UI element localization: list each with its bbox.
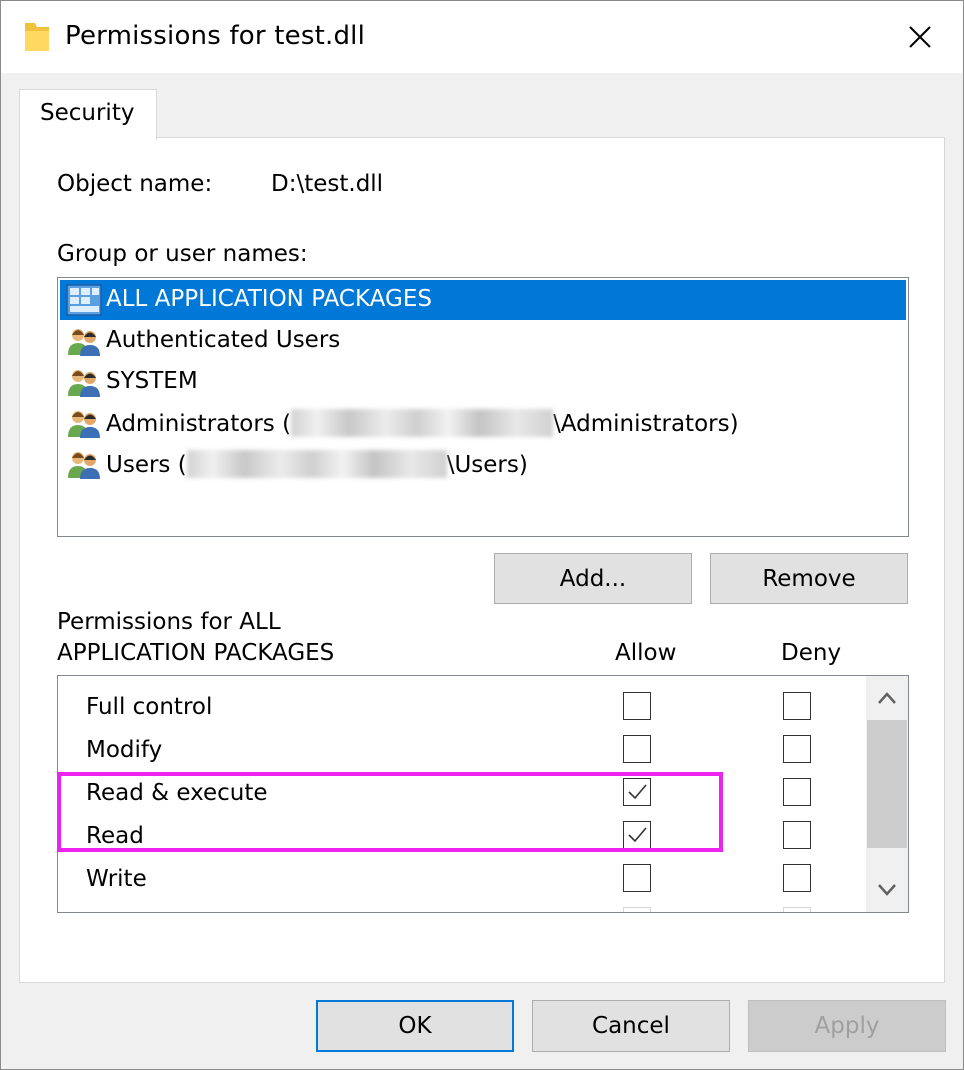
- ok-button[interactable]: OK: [316, 1000, 514, 1052]
- redacted-text: [186, 450, 447, 478]
- apply-button[interactable]: Apply: [748, 1000, 946, 1052]
- permission-row-modify: Modify: [58, 731, 866, 774]
- deny-checkbox[interactable]: [783, 821, 811, 849]
- permission-row-full-control: Full control: [58, 688, 866, 731]
- list-item-all-application-packages[interactable]: ALL APPLICATION PACKAGES: [60, 280, 906, 320]
- list-item-administrators[interactable]: Administrators ( \Administrators): [60, 403, 906, 443]
- allow-checkbox[interactable]: [623, 907, 651, 912]
- permission-name: Read & execute: [86, 780, 268, 806]
- redacted-text: [291, 409, 554, 437]
- name-suffix: \Administrators): [553, 411, 739, 437]
- check-icon: [628, 784, 647, 800]
- permissions-label-line2: APPLICATION PACKAGES: [57, 640, 335, 666]
- deny-checkbox[interactable]: [783, 778, 811, 806]
- group-names-label: Group or user names:: [57, 241, 308, 267]
- allow-checkbox[interactable]: [623, 821, 651, 849]
- allow-checkbox[interactable]: [623, 778, 651, 806]
- object-name-value: D:\test.dll: [271, 171, 384, 197]
- list-item-label: Authenticated Users: [106, 327, 341, 353]
- object-name-label: Object name:: [57, 171, 213, 197]
- list-item-label: SYSTEM: [106, 368, 198, 394]
- name-prefix: Users (: [106, 452, 187, 478]
- permissions-scrollbar[interactable]: [866, 676, 908, 912]
- window-title: Permissions for test.dll: [65, 21, 366, 51]
- deny-checkbox[interactable]: [783, 735, 811, 763]
- allow-checkbox[interactable]: [623, 735, 651, 763]
- scroll-thumb[interactable]: [867, 720, 907, 848]
- permissions-list: Full control Modify Read & execute Read …: [57, 675, 909, 913]
- scroll-down-button[interactable]: [866, 868, 908, 912]
- app-packages-icon: [66, 284, 102, 316]
- name-suffix: \Users): [446, 452, 528, 478]
- permission-name: Full control: [86, 694, 213, 720]
- permission-name: Modify: [86, 737, 163, 763]
- add-button[interactable]: Add...: [494, 553, 692, 604]
- allow-checkbox[interactable]: [623, 692, 651, 720]
- list-item-label: Administrators ( \Administrators): [106, 409, 739, 437]
- close-button[interactable]: [891, 15, 949, 59]
- permission-row-read-execute: Read & execute: [58, 774, 866, 817]
- permissions-label-line1: Permissions for ALL: [57, 609, 281, 635]
- scroll-up-button[interactable]: [866, 676, 908, 720]
- permissions-dialog: Permissions for test.dll Security Object…: [0, 0, 964, 1070]
- title-bar[interactable]: Permissions for test.dll: [1, 1, 963, 73]
- list-item-label: Users ( \Users): [106, 450, 528, 478]
- permission-name: Read: [86, 823, 144, 849]
- folder-icon: [25, 23, 49, 51]
- cancel-button[interactable]: Cancel: [532, 1000, 730, 1052]
- list-item-users[interactable]: Users ( \Users): [60, 444, 906, 484]
- tab-security-label: Security: [40, 100, 135, 126]
- users-group-icon: [68, 329, 100, 356]
- close-icon: [909, 26, 931, 48]
- users-group-icon: [68, 370, 100, 397]
- allow-column-header: Allow: [615, 640, 677, 666]
- allow-checkbox[interactable]: [623, 864, 651, 892]
- permission-row-partial: [58, 903, 866, 912]
- deny-checkbox[interactable]: [783, 864, 811, 892]
- deny-column-header: Deny: [781, 640, 842, 666]
- list-item-label: ALL APPLICATION PACKAGES: [106, 286, 432, 312]
- chevron-up-icon: [878, 692, 896, 704]
- users-group-icon: [68, 411, 100, 438]
- permission-name: Write: [86, 866, 147, 892]
- permission-row-read: Read: [58, 817, 866, 860]
- users-group-icon: [68, 452, 100, 479]
- chevron-down-icon: [878, 884, 896, 896]
- deny-checkbox[interactable]: [783, 907, 811, 912]
- tab-security[interactable]: Security: [19, 89, 157, 140]
- deny-checkbox[interactable]: [783, 692, 811, 720]
- permission-row-write: Write: [58, 860, 866, 903]
- name-prefix: Administrators (: [106, 411, 292, 437]
- group-user-list[interactable]: ALL APPLICATION PACKAGES Authenticated U…: [57, 277, 909, 537]
- check-icon: [628, 827, 647, 843]
- list-item-system[interactable]: SYSTEM: [60, 362, 906, 402]
- remove-button[interactable]: Remove: [710, 553, 908, 604]
- list-item-authenticated-users[interactable]: Authenticated Users: [60, 321, 906, 361]
